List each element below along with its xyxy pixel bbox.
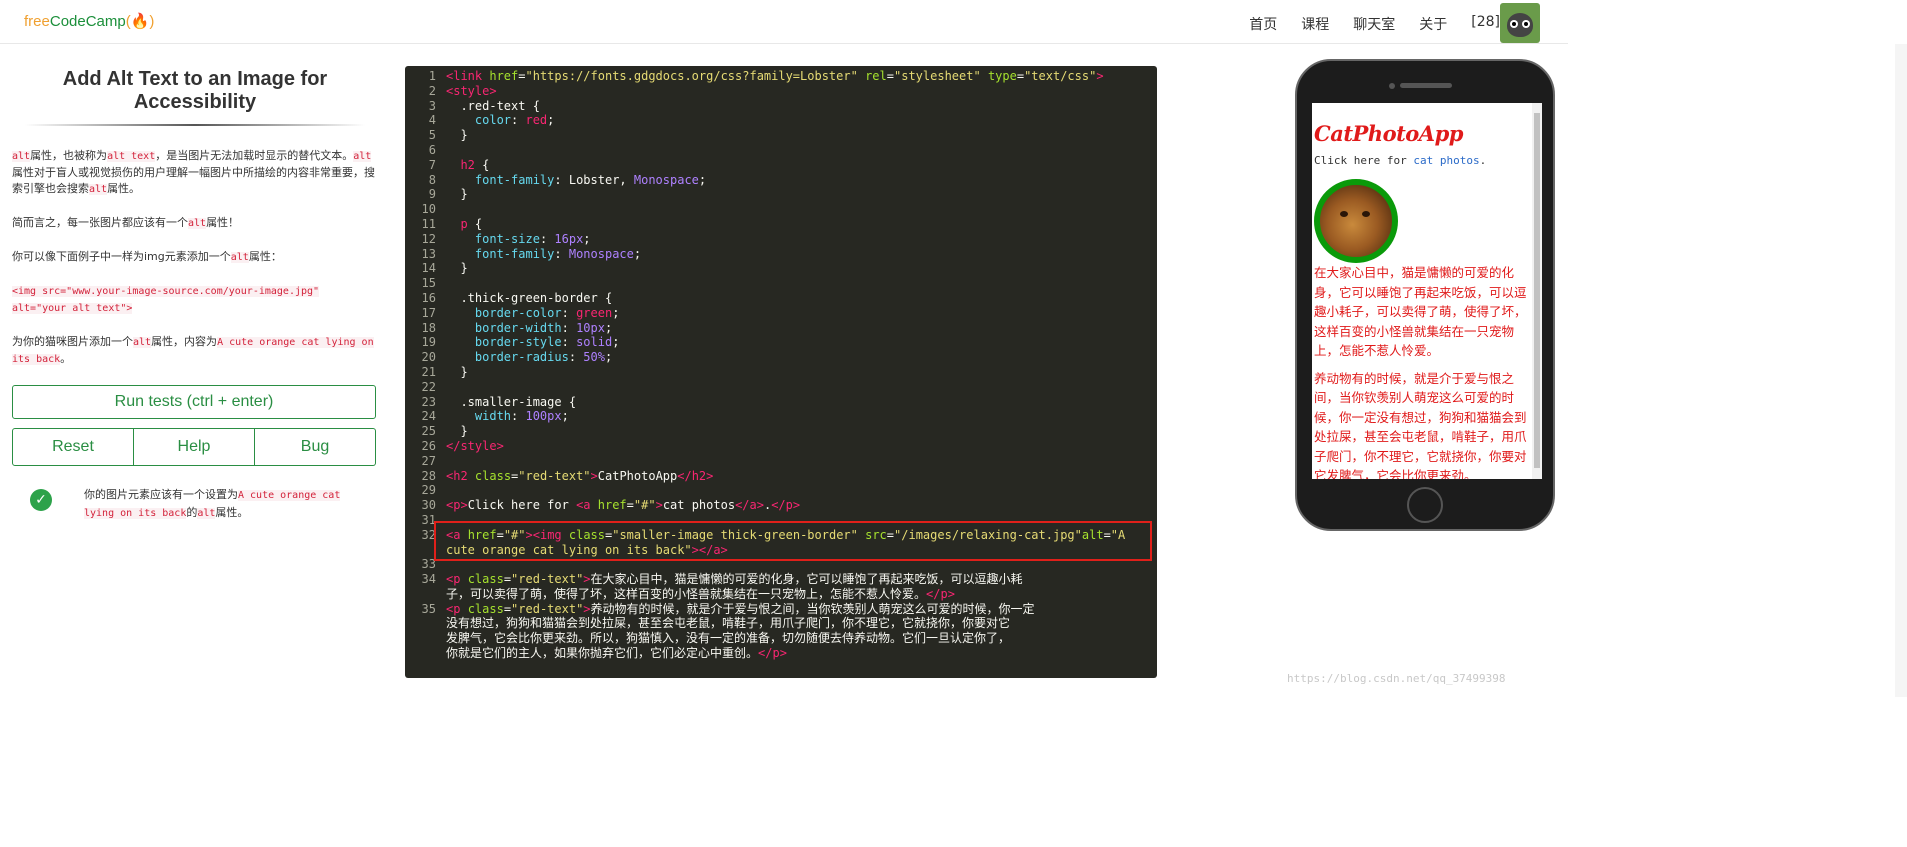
test-text: 你的图片元素应该有一个设置为 (84, 488, 238, 501)
description-text: 你可以像下面例子中一样为img元素添加一个 (12, 250, 231, 263)
preview-scrollbar[interactable] (1532, 103, 1542, 479)
scrollbar-thumb[interactable] (1534, 113, 1540, 468)
cat-photos-link[interactable]: cat photos (1413, 154, 1479, 167)
nav-points[interactable]: [28] (1471, 14, 1500, 34)
preview-title: CatPhotoApp (1314, 121, 1463, 146)
description-text: 属性，也被称为 (30, 149, 108, 162)
main-nav: 首页 课程 聊天室 关于 [28] (1249, 14, 1500, 34)
watermark: https://blog.csdn.net/qq_37499398 (1287, 672, 1506, 685)
inline-code: alt (12, 151, 31, 162)
flame-icon: (🔥) (125, 13, 155, 30)
description-text: 为你的猫咪图片添加一个 (12, 335, 133, 348)
description-paragraph: 为你的猫咪图片添加一个alt属性，内容为A cute orange cat ly… (12, 334, 378, 368)
example-code-block: <img src="www.your-image-source.com/your… (12, 283, 378, 317)
nav-chatroom[interactable]: 聊天室 (1353, 14, 1395, 34)
click-text: Click here for (1314, 154, 1414, 167)
nav-courses[interactable]: 课程 (1301, 14, 1329, 34)
bug-button[interactable]: Bug (255, 428, 376, 466)
camera-icon (1389, 83, 1395, 89)
example-code: <img src="www.your-image-source.com/your… (12, 286, 320, 314)
reset-button[interactable]: Reset (12, 428, 134, 466)
description-text: ，是当图片无法加载时显示的替代文本。 (155, 149, 354, 162)
title-divider (25, 124, 365, 126)
description-paragraph: 你可以像下面例子中一样为img元素添加一个alt属性： (12, 249, 378, 266)
nav-home[interactable]: 首页 (1249, 14, 1277, 34)
user-avatar[interactable] (1500, 3, 1540, 43)
avatar-face-icon (1507, 13, 1533, 37)
inline-code: alt text (107, 151, 156, 162)
inline-code: alt (353, 151, 372, 162)
run-tests-button[interactable]: Run tests (ctrl + enter) (12, 385, 376, 419)
code-editor[interactable]: 1 <link href="https://fonts.gdgdocs.org/c… (405, 66, 1157, 678)
action-buttons: Reset Help Bug (12, 428, 376, 466)
description-text: 属性： (248, 250, 282, 263)
inline-code: alt (230, 252, 249, 263)
inline-code: alt (188, 218, 207, 229)
inline-code: alt (197, 508, 216, 519)
logo-text-free: free (24, 13, 50, 30)
highlighted-code-line (434, 521, 1152, 561)
phone-preview-frame: CatPhotoApp Click here for cat photos. 在… (1295, 59, 1555, 531)
description-text: 。 (60, 352, 72, 365)
preview-click-text: Click here for cat photos. (1314, 154, 1542, 167)
speaker-icon (1400, 83, 1452, 88)
description-text: 属性。 (107, 182, 141, 195)
lesson-panel: Add Alt Text to an Image for Accessibili… (12, 44, 378, 697)
description-text: 属性！ (206, 216, 240, 229)
lesson-title: Add Alt Text to an Image for Accessibili… (62, 68, 328, 113)
inline-code: alt (133, 337, 152, 348)
nav-about[interactable]: 关于 (1419, 14, 1447, 34)
description-paragraph: alt属性，也被称为alt text，是当图片无法加载时显示的替代文本。alt属… (12, 148, 378, 198)
preview-paragraph-1: 在大家心目中，猫是慵懒的可爱的化身，它可以睡饱了再起来吃饭，可以逗趣小耗子，可以… (1314, 265, 1527, 358)
description-text: 属性对于盲人或视觉损伤的用户理解一幅图片中所描绘的内容非常重要，搜索引擎也会搜索 (12, 166, 375, 195)
check-icon: ✓ (30, 489, 52, 511)
cat-image[interactable] (1314, 179, 1398, 263)
home-button-icon (1407, 487, 1443, 523)
description-text: 简而言之，每一张图片都应该有一个 (12, 216, 188, 229)
help-button[interactable]: Help (134, 428, 255, 466)
preview-screen[interactable]: CatPhotoApp Click here for cat photos. 在… (1312, 103, 1542, 479)
inline-code: alt (89, 184, 108, 195)
lesson-description: alt属性，也被称为alt text，是当图片无法加载时显示的替代文本。alt属… (12, 148, 378, 368)
click-end: . (1479, 154, 1487, 167)
page-scrollbar[interactable] (1895, 44, 1907, 697)
logo-text-codecamp: CodeCamp (49, 13, 126, 30)
test-description: 你的图片元素应该有一个设置为A cute orange cat lying on… (84, 486, 354, 522)
description-paragraph: 简而言之，每一张图片都应该有一个alt属性！ (12, 215, 378, 232)
test-text: 属性。 (215, 506, 249, 519)
test-text: 的 (186, 506, 198, 519)
test-result: ✓ 你的图片元素应该有一个设置为A cute orange cat lying … (30, 486, 378, 522)
description-text: 属性，内容为 (151, 335, 218, 348)
top-navbar: freeCodeCamp(🔥) 首页 课程 聊天室 关于 [28] (0, 0, 1568, 44)
freecodecamp-logo[interactable]: freeCodeCamp(🔥) (24, 12, 154, 30)
preview-paragraph-2: 养动物有的时候，就是介于爱与恨之间，当你钦羡别人萌宠这么可爱的时候，你一定没有想… (1314, 370, 1527, 480)
